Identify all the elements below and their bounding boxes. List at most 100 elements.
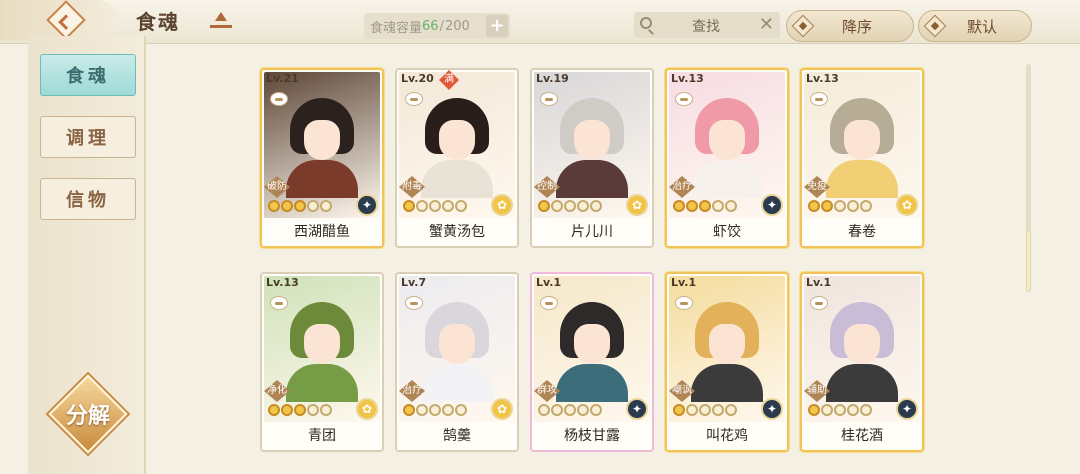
card-level: Lv.19 [536, 72, 569, 85]
sort-order-label: 降序 [841, 17, 872, 36]
character-portrait [421, 98, 493, 198]
star-icon [686, 200, 698, 212]
sort-mode-button[interactable]: 默认 [918, 10, 1032, 42]
decompose-button[interactable]: 分解 [48, 374, 128, 454]
clear-search-icon[interactable]: ✕ [759, 14, 774, 35]
card-name: 蟹黄汤包 [397, 218, 517, 246]
card-name: 春卷 [802, 218, 922, 246]
star-icon [590, 404, 602, 416]
star-icon [673, 404, 685, 416]
soul-card[interactable]: Lv.13 免疫 ✿ 春卷 [800, 68, 924, 248]
star-icon [442, 200, 454, 212]
star-icon [416, 404, 428, 416]
bowl-icon [270, 92, 288, 106]
star-icon [320, 404, 332, 416]
star-icon [307, 200, 319, 212]
star-icon [712, 200, 724, 212]
star-icon [403, 404, 415, 416]
back-button[interactable] [0, 0, 118, 40]
soul-card[interactable]: Lv.7 治疗 ✿ 鹄羹 [395, 272, 519, 452]
soul-card[interactable]: Lv.19 控制 ✿ 片儿川 [530, 68, 654, 248]
star-icon [307, 404, 319, 416]
star-icon [281, 404, 293, 416]
soul-card[interactable]: Lv.13 治疗 ✦ 虾饺 [665, 68, 789, 248]
character-portrait [826, 98, 898, 198]
star-icon [294, 200, 306, 212]
star-icon [429, 404, 441, 416]
star-icon [455, 404, 467, 416]
soul-card[interactable]: Lv.1 嘲讽 ✦ 叫花鸡 [665, 272, 789, 452]
character-portrait [691, 98, 763, 198]
soul-card[interactable]: Lv.1 辅助 ✦ 桂花酒 [800, 272, 924, 452]
flower-icon: ✿ [491, 194, 513, 216]
star-icon [564, 200, 576, 212]
card-level: Lv.1 [671, 276, 697, 289]
star-icon [538, 200, 550, 212]
star-icon [538, 404, 550, 416]
star-icon [686, 404, 698, 416]
card-level: Lv.13 [266, 276, 299, 289]
star-rating [808, 404, 872, 416]
bowl-icon [405, 92, 423, 106]
star-icon [455, 200, 467, 212]
star-icon [551, 200, 563, 212]
capacity-current: 66 [422, 18, 439, 34]
star-icon [725, 200, 737, 212]
star-rating [808, 200, 872, 212]
star-icon [403, 200, 415, 212]
card-name: 鹄羹 [397, 422, 517, 450]
star-icon [860, 404, 872, 416]
star-icon [699, 200, 711, 212]
star-icon [834, 200, 846, 212]
diamond-icon [791, 14, 815, 38]
star-rating [403, 200, 467, 212]
pavilion-icon [210, 12, 232, 28]
sidebar-item-label: 调理 [66, 128, 110, 149]
sidebar-item-conditioning[interactable]: 调理 [40, 116, 136, 158]
star-icon [860, 200, 872, 212]
character-portrait [556, 302, 628, 402]
sidebar-item-tokens[interactable]: 信物 [40, 178, 136, 220]
card-name: 片儿川 [532, 218, 652, 246]
star-icon [564, 404, 576, 416]
star-rating [538, 200, 602, 212]
bowl-icon [540, 296, 558, 310]
search-icon [640, 17, 652, 29]
star-icon [320, 200, 332, 212]
card-level: Lv.13 [671, 72, 704, 85]
sort-order-button[interactable]: 降序 [786, 10, 914, 42]
top-bar: 食魂 食魂容量 66 / 200 + 查找 ✕ 降序 默认 [0, 0, 1080, 44]
character-portrait [556, 98, 628, 198]
bowl-icon [675, 92, 693, 106]
soul-card[interactable]: Lv.1 群攻 ✦ 杨枝甘露 [530, 272, 654, 452]
sidebar-item-label: 食魂 [66, 66, 110, 87]
soul-card[interactable]: Lv.13 净化 ✿ 青团 [260, 272, 384, 452]
search-field[interactable]: 查找 ✕ [634, 12, 780, 38]
bowl-icon [405, 296, 423, 310]
star-icon [725, 404, 737, 416]
star-icon [577, 200, 589, 212]
star-icon [268, 200, 280, 212]
scrollbar-thumb[interactable] [1026, 230, 1031, 292]
star-rating [673, 404, 737, 416]
flower-icon: ✿ [491, 398, 513, 420]
sidebar-item-souls[interactable]: 食魂 [40, 54, 136, 96]
soul-card[interactable]: Lv.20 满 附毒 ✿ 蟹黄汤包 [395, 68, 519, 248]
expand-capacity-button[interactable]: + [486, 15, 508, 37]
gear-icon: ✦ [626, 398, 648, 420]
scrollbar[interactable] [1026, 64, 1031, 292]
card-name: 虾饺 [667, 218, 787, 246]
card-level: Lv.20 [401, 72, 434, 85]
page-title: 食魂 [136, 10, 180, 34]
star-icon [821, 200, 833, 212]
star-icon [834, 404, 846, 416]
star-icon [712, 404, 724, 416]
bowl-icon [675, 296, 693, 310]
star-icon [577, 404, 589, 416]
star-rating [268, 200, 332, 212]
capacity-label: 食魂容量 [370, 20, 423, 36]
soul-card[interactable]: Lv.21 破防 ✦ 西湖醋鱼 [260, 68, 384, 248]
star-icon [590, 200, 602, 212]
capacity-indicator: 食魂容量 66 / 200 + [364, 13, 510, 39]
star-icon [673, 200, 685, 212]
